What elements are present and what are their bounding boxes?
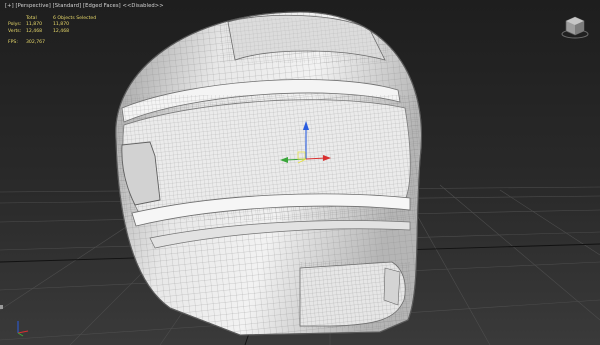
viewcube-icon[interactable] (560, 14, 590, 40)
helmet-model[interactable] (0, 0, 600, 345)
axis-tripod-icon (17, 321, 29, 337)
perspective-viewport[interactable]: [+] [Perspective] [Standard] [Edged Face… (0, 0, 600, 345)
viewport-side-marker (0, 305, 3, 309)
